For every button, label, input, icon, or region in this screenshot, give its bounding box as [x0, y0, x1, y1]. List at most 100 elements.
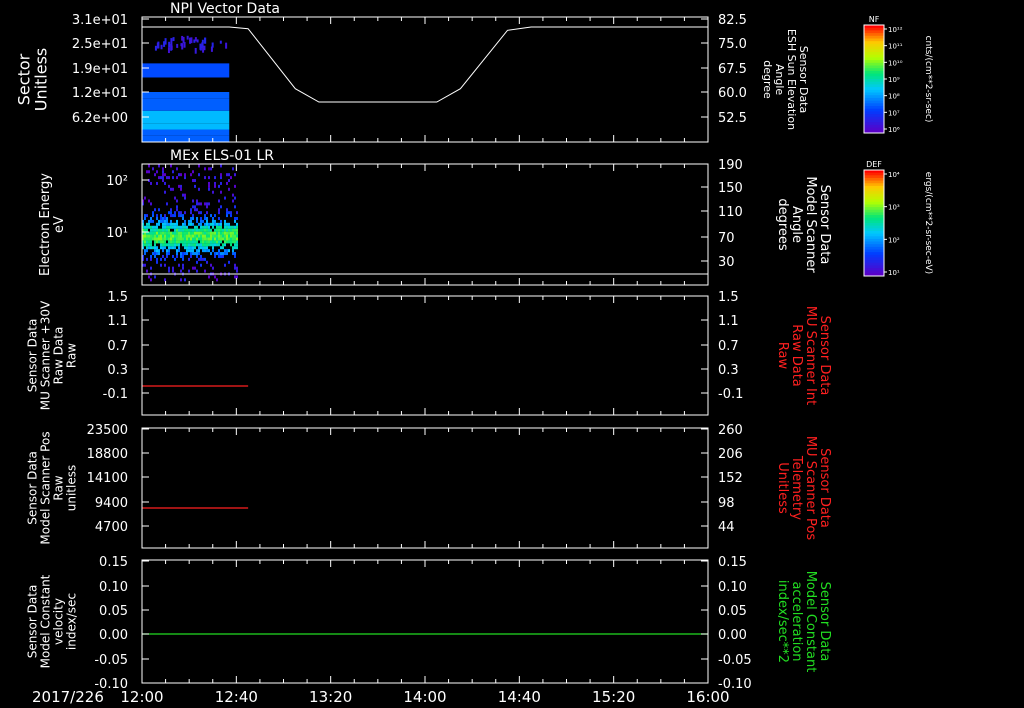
right-tick-label: 0.7: [718, 339, 739, 354]
spectrogram-cell: [178, 246, 180, 250]
left-tick-label: 0.05: [99, 604, 128, 619]
spectrogram-cell: [162, 176, 164, 180]
spectrogram-cell: [216, 222, 218, 226]
spectrogram-cell: [152, 231, 154, 235]
spectrogram-cell: [228, 211, 230, 215]
spectrogram-cell: [204, 246, 206, 250]
sector-cell: [202, 47, 205, 53]
right-axis-label: Raw: [775, 342, 790, 370]
spectrogram-cell: [150, 219, 152, 223]
sector-cell: [199, 43, 202, 50]
spectrogram-cell: [192, 216, 194, 220]
spectrogram-cell: [168, 240, 170, 244]
spectrogram-cell: [200, 263, 202, 267]
spectrogram-cell: [232, 199, 234, 203]
sector-cell: [142, 98, 230, 105]
spectrogram-cell: [208, 231, 210, 235]
spectrogram-cell: [180, 173, 182, 177]
spectrogram-cell: [218, 234, 220, 238]
spectrogram-cell: [162, 222, 164, 226]
spectrogram-cell: [156, 257, 158, 261]
spectrogram-cell: [218, 243, 220, 247]
spectrogram-cell: [202, 225, 204, 229]
spectrogram-cell: [204, 167, 206, 171]
time-tick-label: 12:40: [215, 688, 258, 706]
spectrogram-cell: [204, 237, 206, 241]
spectrogram-cell: [228, 249, 230, 253]
spectrogram-cell: [180, 211, 182, 215]
panel-title: MEx ELS-01 LR: [170, 148, 274, 164]
spectrogram-cell: [212, 234, 214, 238]
spectrogram-cell: [148, 275, 150, 279]
spectrogram-cell: [208, 249, 210, 253]
spectrogram-cell: [194, 243, 196, 247]
spectrogram-cell: [144, 252, 146, 256]
spectrogram-cell: [230, 231, 232, 235]
spectrogram-cell: [146, 269, 148, 273]
spectrogram-cell: [144, 234, 146, 238]
spectrogram-cell: [174, 228, 176, 232]
spectrogram-cell: [190, 216, 192, 220]
spectrogram-cell: [176, 254, 178, 258]
spectrogram-cell: [236, 240, 238, 244]
spectrogram-cell: [204, 249, 206, 253]
spectrogram-cell: [148, 225, 150, 229]
spectrogram-cell: [204, 222, 206, 226]
spectrogram-cell: [236, 266, 238, 270]
spectrogram-cell: [198, 246, 200, 250]
spectrogram-cell: [144, 214, 146, 218]
right-axis-label: Sensor Data: [817, 582, 832, 662]
spectrogram-cell: [236, 275, 238, 279]
spectrogram-cell: [174, 214, 176, 218]
spectrogram-cell: [234, 228, 236, 232]
spectrogram-cell: [230, 237, 232, 241]
spectrogram-cell: [204, 243, 206, 247]
spectrogram-cell: [220, 246, 222, 250]
spectrogram-cell: [146, 225, 148, 229]
sector-cell: [211, 42, 214, 48]
spectrogram-cell: [176, 219, 178, 223]
spectrogram-cell: [170, 187, 172, 191]
def-colorbar-tick-label: 10²: [888, 236, 900, 244]
spectrogram-cell: [194, 205, 196, 209]
sector-cell: [189, 37, 192, 44]
right-tick-label: 75.0: [718, 37, 747, 52]
left-tick-label: 10¹: [106, 226, 128, 241]
spectrogram-cell: [144, 196, 146, 200]
spectrogram-cell: [180, 225, 182, 229]
spectrogram-cell: [234, 173, 236, 177]
spectrogram-cell: [200, 243, 202, 247]
spectrogram-cell: [194, 252, 196, 256]
spectrogram-cell: [208, 228, 210, 232]
spectrogram-cell: [208, 275, 210, 279]
spectrogram-cell: [192, 249, 194, 253]
spectrogram-cell: [176, 225, 178, 229]
spectrogram-cell: [224, 243, 226, 247]
spectrogram-cell: [148, 179, 150, 183]
spectrogram-cell: [212, 246, 214, 250]
nf-colorbar-tick-label: 10⁹: [888, 76, 900, 84]
spectrogram-cell: [234, 219, 236, 223]
sector-cell: [142, 92, 230, 99]
spectrogram-cell: [236, 211, 238, 215]
spectrogram-cell: [190, 243, 192, 247]
spectrogram-cell: [182, 252, 184, 256]
spectrogram-cell: [176, 240, 178, 244]
spectrogram-cell: [188, 243, 190, 247]
spectrogram-cell: [230, 234, 232, 238]
spectrogram-cell: [192, 205, 194, 209]
left-axis-label: Sensor Data: [26, 585, 40, 659]
spectrogram-cell: [210, 240, 212, 244]
spectrogram-cell: [206, 249, 208, 253]
spectrogram-cell: [156, 249, 158, 253]
spectrogram-cell: [226, 231, 228, 235]
spectrogram-cell: [226, 234, 228, 238]
spectrogram-cell: [190, 219, 192, 223]
spectrogram-cell: [192, 179, 194, 183]
spectrogram-cell: [190, 211, 192, 215]
spectrogram-cell: [162, 254, 164, 258]
spectrogram-cell: [182, 228, 184, 232]
spectrogram-cell: [148, 234, 150, 238]
spectrogram-cell: [206, 216, 208, 220]
spectrogram-cell: [156, 181, 158, 185]
